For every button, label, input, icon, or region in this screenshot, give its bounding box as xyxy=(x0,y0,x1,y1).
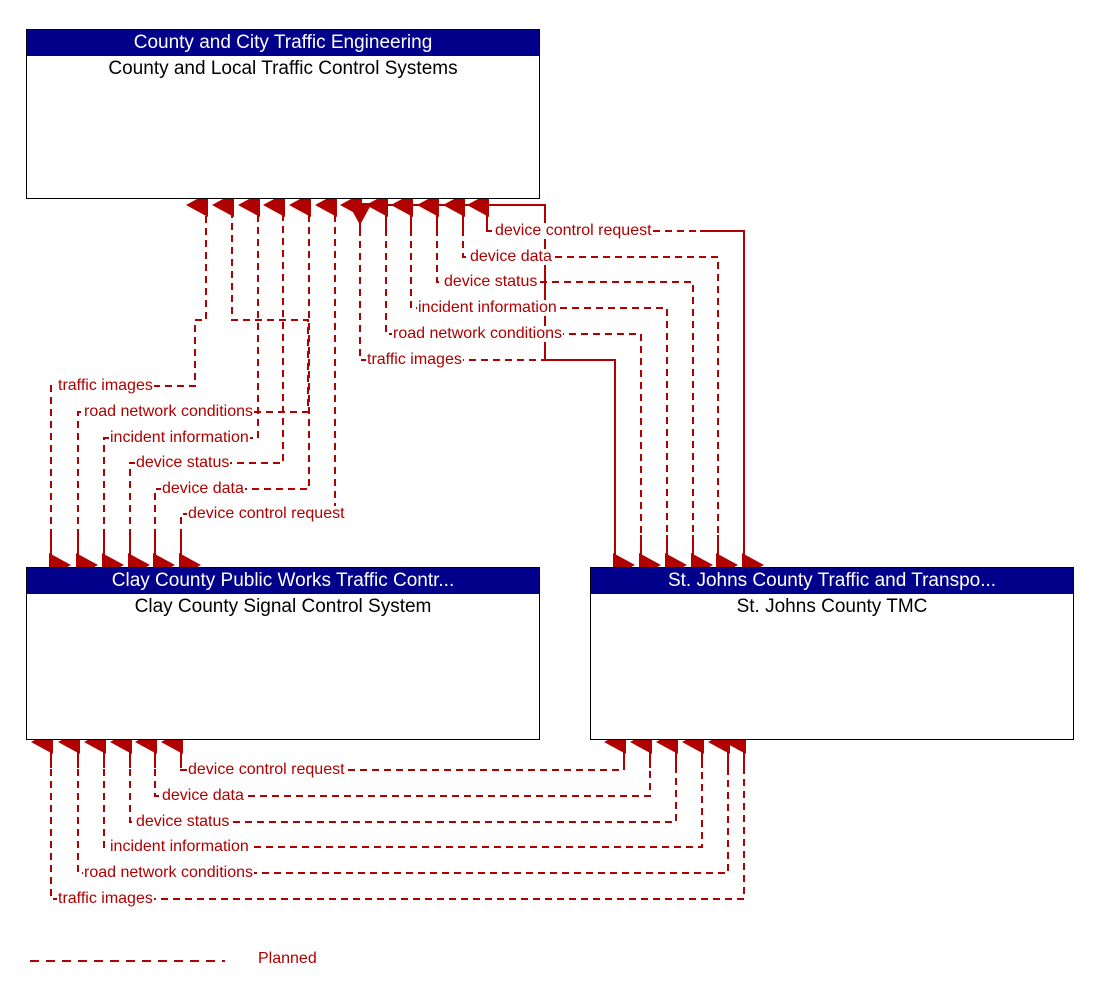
flow-label-device-status-c: device status xyxy=(135,813,231,830)
stakeholder-header-clay-signal: Clay County Public Works Traffic Contr..… xyxy=(27,568,539,594)
element-box-county-local[interactable]: County and City Traffic Engineering Coun… xyxy=(26,29,540,199)
element-box-stjohns-tmc[interactable]: St. Johns County Traffic and Transpo... … xyxy=(590,567,1074,740)
flow-label-traffic-images-c: traffic images xyxy=(57,890,154,907)
stakeholder-header-county-local: County and City Traffic Engineering xyxy=(27,30,539,56)
flow-label-road-network-conditions-a: road network conditions xyxy=(392,325,563,342)
system-name-county-local: County and Local Traffic Control Systems xyxy=(108,58,458,79)
flow-label-device-control-request-b: device control request xyxy=(187,505,346,522)
flow-label-device-data-c: device data xyxy=(161,787,245,804)
flow-label-traffic-images-b: traffic images xyxy=(57,377,154,394)
flow-label-device-data-b: device data xyxy=(161,480,245,497)
system-name-stjohns-tmc: St. Johns County TMC xyxy=(736,596,928,617)
system-name-clay-signal: Clay County Signal Control System xyxy=(134,596,432,617)
flow-label-device-status-b: device status xyxy=(135,454,231,471)
diagram-canvas: County and City Traffic Engineering Coun… xyxy=(0,0,1099,1000)
flow-label-device-control-request-a: device control request xyxy=(494,222,653,239)
flow-label-incident-information-b: incident information xyxy=(109,429,250,446)
flow-label-incident-information-a: incident information xyxy=(417,299,558,316)
flow-label-device-status-a: device status xyxy=(443,273,539,290)
flow-label-road-network-conditions-c: road network conditions xyxy=(83,864,254,881)
stakeholder-header-stjohns-tmc: St. Johns County Traffic and Transpo... xyxy=(591,568,1073,594)
legend: Planned xyxy=(26,950,426,976)
legend-label-planned: Planned xyxy=(258,950,317,967)
element-box-clay-signal[interactable]: Clay County Public Works Traffic Contr..… xyxy=(26,567,540,740)
flow-label-traffic-images-a: traffic images xyxy=(366,351,463,368)
flow-label-incident-information-c: incident information xyxy=(109,838,250,855)
flow-label-device-data-a: device data xyxy=(469,248,553,265)
flow-label-road-network-conditions-b: road network conditions xyxy=(83,403,254,420)
flow-label-device-control-request-c: device control request xyxy=(187,761,346,778)
